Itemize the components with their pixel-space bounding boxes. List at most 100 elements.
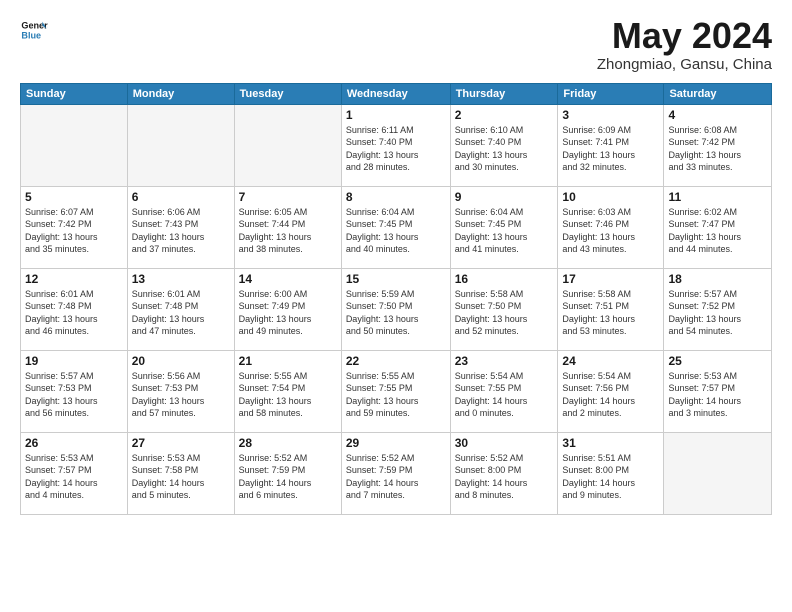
calendar-cell-4-1: 27 Sunrise: 5:53 AM Sunset: 7:58 PM Dayli… — [127, 432, 234, 514]
day-info: Sunrise: 5:51 AM Sunset: 8:00 PM Dayligh… — [562, 452, 659, 502]
day-number: 31 — [562, 436, 659, 450]
calendar-cell-4-4: 30Sunrise: 5:52 AM Sunset: 8:00 PM Dayli… — [450, 432, 558, 514]
calendar-cell-4-2: 28 Sunrise: 5:52 AM Sunset: 7:59 PM Dayli… — [234, 432, 341, 514]
main-title: May 2024 — [597, 16, 772, 56]
day-number: 8 — [346, 190, 446, 204]
header-wednesday: Wednesday — [341, 83, 450, 104]
day-number: 18 — [668, 272, 767, 286]
day-info: Sunrise: 5:53 AM Sunset: 7:58 PM Dayligh… — [132, 452, 230, 502]
day-info: Sunrise: 6:07 AM Sunset: 7:42 PM Dayligh… — [25, 206, 123, 256]
day-info: Sunrise: 6:01 AM Sunset: 7:48 PM Dayligh… — [25, 288, 123, 338]
day-info: Sunrise: 6:02 AM Sunset: 7:47 PM Dayligh… — [668, 206, 767, 256]
week-row-5: 26Sunrise: 5:53 AM Sunset: 7:57 PM Dayli… — [21, 432, 772, 514]
calendar-cell-3-4: 23Sunrise: 5:54 AM Sunset: 7:55 PM Dayli… — [450, 350, 558, 432]
day-number: 15 — [346, 272, 446, 286]
logo-icon: General Blue — [20, 16, 48, 44]
calendar-cell-4-5: 31 Sunrise: 5:51 AM Sunset: 8:00 PM Dayli… — [558, 432, 664, 514]
week-row-3: 12 Sunrise: 6:01 AM Sunset: 7:48 PM Dayli… — [21, 268, 772, 350]
day-number: 20 — [132, 354, 230, 368]
day-info: Sunrise: 5:59 AM Sunset: 7:50 PM Dayligh… — [346, 288, 446, 338]
calendar-cell-1-0: 5 Sunrise: 6:07 AM Sunset: 7:42 PM Daylig… — [21, 186, 128, 268]
day-info: Sunrise: 5:58 AM Sunset: 7:51 PM Dayligh… — [562, 288, 659, 338]
calendar-cell-0-5: 3 Sunrise: 6:09 AM Sunset: 7:41 PM Daylig… — [558, 104, 664, 186]
day-number: 1 — [346, 108, 446, 122]
calendar-cell-1-6: 11 Sunrise: 6:02 AM Sunset: 7:47 PM Dayli… — [664, 186, 772, 268]
calendar-cell-0-3: 1 Sunrise: 6:11 AM Sunset: 7:40 PM Daylig… — [341, 104, 450, 186]
day-info: Sunrise: 6:11 AM Sunset: 7:40 PM Dayligh… — [346, 124, 446, 174]
day-info: Sunrise: 5:55 AM Sunset: 7:54 PM Dayligh… — [239, 370, 337, 420]
calendar-cell-2-5: 17 Sunrise: 5:58 AM Sunset: 7:51 PM Dayli… — [558, 268, 664, 350]
day-info: Sunrise: 5:57 AM Sunset: 7:53 PM Dayligh… — [25, 370, 123, 420]
week-row-2: 5 Sunrise: 6:07 AM Sunset: 7:42 PM Daylig… — [21, 186, 772, 268]
calendar-cell-1-4: 9Sunrise: 6:04 AM Sunset: 7:45 PM Daylig… — [450, 186, 558, 268]
day-info: Sunrise: 6:01 AM Sunset: 7:48 PM Dayligh… — [132, 288, 230, 338]
calendar-cell-1-5: 10 Sunrise: 6:03 AM Sunset: 7:46 PM Dayli… — [558, 186, 664, 268]
day-number: 6 — [132, 190, 230, 204]
calendar-cell-2-4: 16Sunrise: 5:58 AM Sunset: 7:50 PM Dayli… — [450, 268, 558, 350]
header-friday: Friday — [558, 83, 664, 104]
header-sunday: Sunday — [21, 83, 128, 104]
title-block: May 2024 Zhongmiao, Gansu, China — [597, 16, 772, 73]
calendar-cell-2-1: 13 Sunrise: 6:01 AM Sunset: 7:48 PM Dayli… — [127, 268, 234, 350]
day-number: 21 — [239, 354, 337, 368]
calendar-cell-3-0: 19 Sunrise: 5:57 AM Sunset: 7:53 PM Dayli… — [21, 350, 128, 432]
calendar-cell-3-1: 20 Sunrise: 5:56 AM Sunset: 7:53 PM Dayli… — [127, 350, 234, 432]
calendar-cell-3-3: 22Sunrise: 5:55 AM Sunset: 7:55 PM Dayli… — [341, 350, 450, 432]
calendar-cell-0-4: 2Sunrise: 6:10 AM Sunset: 7:40 PM Daylig… — [450, 104, 558, 186]
calendar-cell-0-6: 4 Sunrise: 6:08 AM Sunset: 7:42 PM Daylig… — [664, 104, 772, 186]
day-number: 29 — [346, 436, 446, 450]
calendar-cell-2-3: 15 Sunrise: 5:59 AM Sunset: 7:50 PM Dayli… — [341, 268, 450, 350]
day-number: 27 — [132, 436, 230, 450]
day-info: Sunrise: 6:08 AM Sunset: 7:42 PM Dayligh… — [668, 124, 767, 174]
calendar-table: Sunday Monday Tuesday Wednesday Thursday… — [20, 83, 772, 515]
day-number: 25 — [668, 354, 767, 368]
header-tuesday: Tuesday — [234, 83, 341, 104]
day-number: 12 — [25, 272, 123, 286]
day-number: 9 — [455, 190, 554, 204]
day-number: 5 — [25, 190, 123, 204]
day-info: Sunrise: 5:53 AM Sunset: 7:57 PM Dayligh… — [668, 370, 767, 420]
day-number: 7 — [239, 190, 337, 204]
week-row-1: 1 Sunrise: 6:11 AM Sunset: 7:40 PM Daylig… — [21, 104, 772, 186]
day-info: Sunrise: 6:05 AM Sunset: 7:44 PM Dayligh… — [239, 206, 337, 256]
logo: General Blue — [20, 16, 48, 44]
day-number: 4 — [668, 108, 767, 122]
day-info: Sunrise: 5:52 AM Sunset: 7:59 PM Dayligh… — [346, 452, 446, 502]
day-number: 30 — [455, 436, 554, 450]
header-monday: Monday — [127, 83, 234, 104]
day-info: Sunrise: 6:09 AM Sunset: 7:41 PM Dayligh… — [562, 124, 659, 174]
calendar-cell-2-6: 18 Sunrise: 5:57 AM Sunset: 7:52 PM Dayli… — [664, 268, 772, 350]
day-number: 24 — [562, 354, 659, 368]
weekday-header-row: Sunday Monday Tuesday Wednesday Thursday… — [21, 83, 772, 104]
calendar-cell-1-1: 6 Sunrise: 6:06 AM Sunset: 7:43 PM Daylig… — [127, 186, 234, 268]
svg-text:Blue: Blue — [21, 30, 41, 40]
day-number: 28 — [239, 436, 337, 450]
calendar-cell-2-0: 12 Sunrise: 6:01 AM Sunset: 7:48 PM Dayli… — [21, 268, 128, 350]
day-number: 3 — [562, 108, 659, 122]
header-saturday: Saturday — [664, 83, 772, 104]
day-number: 13 — [132, 272, 230, 286]
day-info: Sunrise: 6:10 AM Sunset: 7:40 PM Dayligh… — [455, 124, 554, 174]
day-number: 17 — [562, 272, 659, 286]
day-info: Sunrise: 5:57 AM Sunset: 7:52 PM Dayligh… — [668, 288, 767, 338]
header-thursday: Thursday — [450, 83, 558, 104]
day-number: 10 — [562, 190, 659, 204]
calendar-cell-2-2: 14 Sunrise: 6:00 AM Sunset: 7:49 PM Dayli… — [234, 268, 341, 350]
calendar-cell-4-6 — [664, 432, 772, 514]
day-number: 14 — [239, 272, 337, 286]
day-info: Sunrise: 6:03 AM Sunset: 7:46 PM Dayligh… — [562, 206, 659, 256]
day-number: 16 — [455, 272, 554, 286]
day-info: Sunrise: 5:52 AM Sunset: 7:59 PM Dayligh… — [239, 452, 337, 502]
calendar-cell-1-3: 8Sunrise: 6:04 AM Sunset: 7:45 PM Daylig… — [341, 186, 450, 268]
day-info: Sunrise: 6:06 AM Sunset: 7:43 PM Dayligh… — [132, 206, 230, 256]
calendar-cell-3-2: 21 Sunrise: 5:55 AM Sunset: 7:54 PM Dayli… — [234, 350, 341, 432]
day-number: 19 — [25, 354, 123, 368]
day-info: Sunrise: 5:54 AM Sunset: 7:55 PM Dayligh… — [455, 370, 554, 420]
calendar-cell-3-5: 24Sunrise: 5:54 AM Sunset: 7:56 PM Dayli… — [558, 350, 664, 432]
day-info: Sunrise: 5:56 AM Sunset: 7:53 PM Dayligh… — [132, 370, 230, 420]
calendar-cell-0-2 — [234, 104, 341, 186]
day-number: 11 — [668, 190, 767, 204]
day-info: Sunrise: 5:53 AM Sunset: 7:57 PM Dayligh… — [25, 452, 123, 502]
day-info: Sunrise: 6:00 AM Sunset: 7:49 PM Dayligh… — [239, 288, 337, 338]
calendar-cell-1-2: 7 Sunrise: 6:05 AM Sunset: 7:44 PM Daylig… — [234, 186, 341, 268]
